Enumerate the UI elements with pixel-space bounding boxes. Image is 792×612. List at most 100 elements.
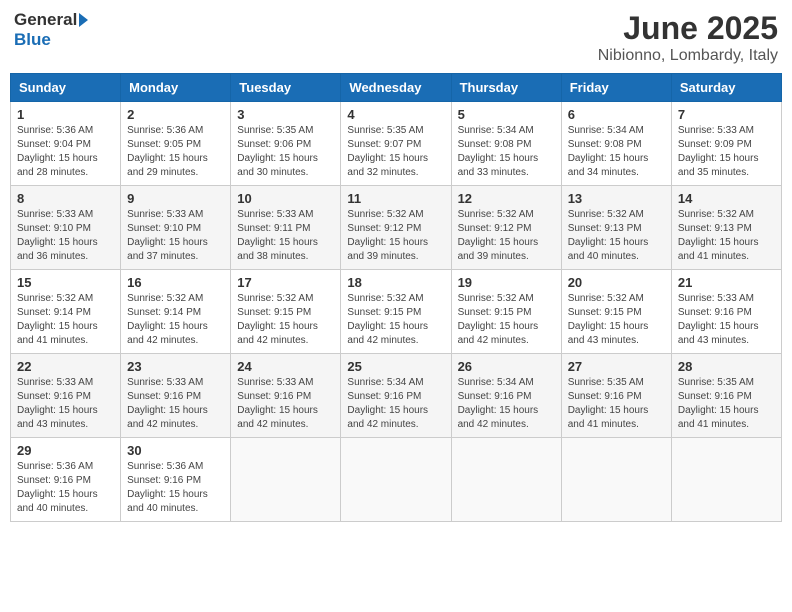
calendar-cell: 25Sunrise: 5:34 AMSunset: 9:16 PMDayligh…: [341, 354, 451, 438]
calendar-cell: 20 Sunrise: 5:32 AMSunset: 9:15 PMDayligh…: [561, 270, 671, 354]
daylight-text: Daylight: 15 hours and 29 minutes.: [127, 153, 208, 178]
day-number: 17: [237, 275, 334, 290]
sunset-text: Sunset: 9:15 PM: [347, 307, 421, 318]
sunrise-text: Sunrise: 5:35 AM: [237, 125, 313, 136]
day-info: Sunrise: 5:32 AMSunset: 9:12 PMDaylight:…: [458, 208, 555, 264]
sunrise-text: Sunrise: 5:33 AM: [678, 293, 754, 304]
day-info: Sunrise: 5:32 AMSunset: 9:15 PMDaylight:…: [568, 292, 665, 348]
day-number: 23: [127, 359, 224, 374]
day-number: 10: [237, 191, 334, 206]
sunset-text: Sunset: 9:09 PM: [678, 139, 752, 150]
sunrise-text: Sunrise: 5:36 AM: [127, 461, 203, 472]
daylight-text: Daylight: 15 hours and 42 minutes.: [347, 321, 428, 346]
calendar-week-row: 29Sunrise: 5:36 AMSunset: 9:16 PMDayligh…: [11, 438, 782, 522]
day-info: Sunrise: 5:32 AM Sunset: 9:14 PM Daylight:…: [17, 292, 114, 348]
day-info: Sunrise: 5:33 AMSunset: 9:09 PMDaylight:…: [678, 124, 775, 180]
day-number: 22: [17, 359, 114, 374]
sunset-text: Sunset: 9:15 PM: [458, 307, 532, 318]
day-number: 15: [17, 275, 114, 290]
calendar-table: SundayMondayTuesdayWednesdayThursdayFrid…: [10, 73, 782, 522]
day-info: Sunrise: 5:33 AMSunset: 9:16 PMDaylight:…: [237, 376, 334, 432]
sunset-text: Sunset: 9:12 PM: [347, 223, 421, 234]
sunrise-text: Sunrise: 5:36 AM: [127, 125, 203, 136]
day-number: 25: [347, 359, 444, 374]
sunrise-text: Sunrise: 5:32 AM: [568, 293, 644, 304]
day-info: Sunrise: 5:35 AMSunset: 9:16 PMDaylight:…: [678, 376, 775, 432]
sunrise-text: Sunrise: 5:36 AM: [17, 125, 93, 136]
sunset-text: Sunset: 9:14 PM: [127, 307, 201, 318]
daylight-text: Daylight: 15 hours and 42 minutes.: [127, 405, 208, 430]
sunset-text: Sunset: 9:16 PM: [678, 307, 752, 318]
day-info: Sunrise: 5:33 AMSunset: 9:16 PMDaylight:…: [127, 376, 224, 432]
sunset-text: Sunset: 9:16 PM: [127, 475, 201, 486]
weekday-header-thursday: Thursday: [451, 74, 561, 102]
day-number: 1: [17, 107, 114, 122]
sunrise-text: Sunrise: 5:32 AM: [458, 293, 534, 304]
calendar-cell: 29Sunrise: 5:36 AMSunset: 9:16 PMDayligh…: [11, 438, 121, 522]
sunset-text: Sunset: 9:04 PM: [17, 139, 91, 150]
daylight-text: Daylight: 15 hours and 41 minutes.: [678, 237, 759, 262]
day-number: 4: [347, 107, 444, 122]
day-info: Sunrise: 5:33 AMSunset: 9:10 PMDaylight:…: [17, 208, 114, 264]
sunset-text: Sunset: 9:11 PM: [237, 223, 310, 234]
calendar-cell: 2 Sunrise: 5:36 AMSunset: 9:05 PMDaylight…: [121, 102, 231, 186]
calendar-cell: 16Sunrise: 5:32 AMSunset: 9:14 PMDayligh…: [121, 270, 231, 354]
day-info: Sunrise: 5:35 AMSunset: 9:06 PMDaylight:…: [237, 124, 334, 180]
day-number: 19: [458, 275, 555, 290]
calendar-cell: 12Sunrise: 5:32 AMSunset: 9:12 PMDayligh…: [451, 186, 561, 270]
sunset-text: Sunset: 9:16 PM: [127, 391, 201, 402]
calendar-cell: 26Sunrise: 5:34 AMSunset: 9:16 PMDayligh…: [451, 354, 561, 438]
calendar-week-row: 8Sunrise: 5:33 AMSunset: 9:10 PMDaylight…: [11, 186, 782, 270]
daylight-text: Daylight: 15 hours and 37 minutes.: [127, 237, 208, 262]
day-info: Sunrise: 5:34 AMSunset: 9:08 PMDaylight:…: [568, 124, 665, 180]
sunset-text: Sunset: 9:16 PM: [17, 475, 91, 486]
sunset-text: Sunset: 9:16 PM: [347, 391, 421, 402]
day-number: 7: [678, 107, 775, 122]
calendar-cell: 22Sunrise: 5:33 AMSunset: 9:16 PMDayligh…: [11, 354, 121, 438]
sunset-text: Sunset: 9:08 PM: [568, 139, 642, 150]
logo-triangle-icon: [79, 13, 88, 27]
daylight-text: Daylight: 15 hours and 36 minutes.: [17, 237, 98, 262]
sunrise-text: Sunrise: 5:36 AM: [17, 461, 93, 472]
day-info: Sunrise: 5:36 AMSunset: 9:05 PMDaylight:…: [127, 124, 224, 180]
sunrise-text: Sunrise: 5:33 AM: [127, 209, 203, 220]
daylight-text: Daylight: 15 hours and 39 minutes.: [458, 237, 539, 262]
calendar-cell: 28 Sunrise: 5:35 AMSunset: 9:16 PMDayligh…: [671, 354, 781, 438]
day-number: 2: [127, 107, 224, 122]
weekday-header-row: SundayMondayTuesdayWednesdayThursdayFrid…: [11, 74, 782, 102]
calendar-week-row: 15 Sunrise: 5:32 AM Sunset: 9:14 PM Dayligh…: [11, 270, 782, 354]
day-number: 28: [678, 359, 775, 374]
calendar-cell: 21Sunrise: 5:33 AMSunset: 9:16 PMDayligh…: [671, 270, 781, 354]
day-info: Sunrise: 5:33 AMSunset: 9:16 PMDaylight:…: [678, 292, 775, 348]
sunset-text: Sunset: 9:16 PM: [458, 391, 532, 402]
calendar-cell: 17Sunrise: 5:32 AMSunset: 9:15 PMDayligh…: [231, 270, 341, 354]
sunrise-text: Sunrise: 5:34 AM: [458, 377, 534, 388]
calendar-cell: 4Sunrise: 5:35 AMSunset: 9:07 PMDaylight…: [341, 102, 451, 186]
day-info: Sunrise: 5:36 AMSunset: 9:16 PMDaylight:…: [17, 460, 114, 516]
daylight-text: Daylight: 15 hours and 41 minutes.: [568, 405, 649, 430]
daylight-text: Daylight: 15 hours and 41 minutes.: [17, 321, 98, 346]
day-number: 27: [568, 359, 665, 374]
day-info: Sunrise: 5:36 AM Sunset: 9:04 PM Daylight:…: [17, 124, 114, 180]
daylight-text: Daylight: 15 hours and 34 minutes.: [568, 153, 649, 178]
day-number: 30: [127, 443, 224, 458]
day-number: 9: [127, 191, 224, 206]
calendar-cell: 8Sunrise: 5:33 AMSunset: 9:10 PMDaylight…: [11, 186, 121, 270]
day-number: 20: [568, 275, 665, 290]
daylight-text: Daylight: 15 hours and 42 minutes.: [127, 321, 208, 346]
sunrise-text: Sunrise: 5:32 AM: [17, 293, 93, 304]
sunrise-text: Sunrise: 5:32 AM: [237, 293, 313, 304]
sunset-text: Sunset: 9:12 PM: [458, 223, 532, 234]
sunset-text: Sunset: 9:14 PM: [17, 307, 91, 318]
sunrise-text: Sunrise: 5:33 AM: [237, 377, 313, 388]
calendar-cell: [561, 438, 671, 522]
day-number: 14: [678, 191, 775, 206]
sunrise-text: Sunrise: 5:33 AM: [678, 125, 754, 136]
daylight-text: Daylight: 15 hours and 28 minutes.: [17, 153, 98, 178]
daylight-text: Daylight: 15 hours and 41 minutes.: [678, 405, 759, 430]
day-info: Sunrise: 5:36 AMSunset: 9:16 PMDaylight:…: [127, 460, 224, 516]
day-info: Sunrise: 5:33 AMSunset: 9:10 PMDaylight:…: [127, 208, 224, 264]
calendar-cell: 3Sunrise: 5:35 AMSunset: 9:06 PMDaylight…: [231, 102, 341, 186]
sunrise-text: Sunrise: 5:34 AM: [347, 377, 423, 388]
sunset-text: Sunset: 9:06 PM: [237, 139, 311, 150]
